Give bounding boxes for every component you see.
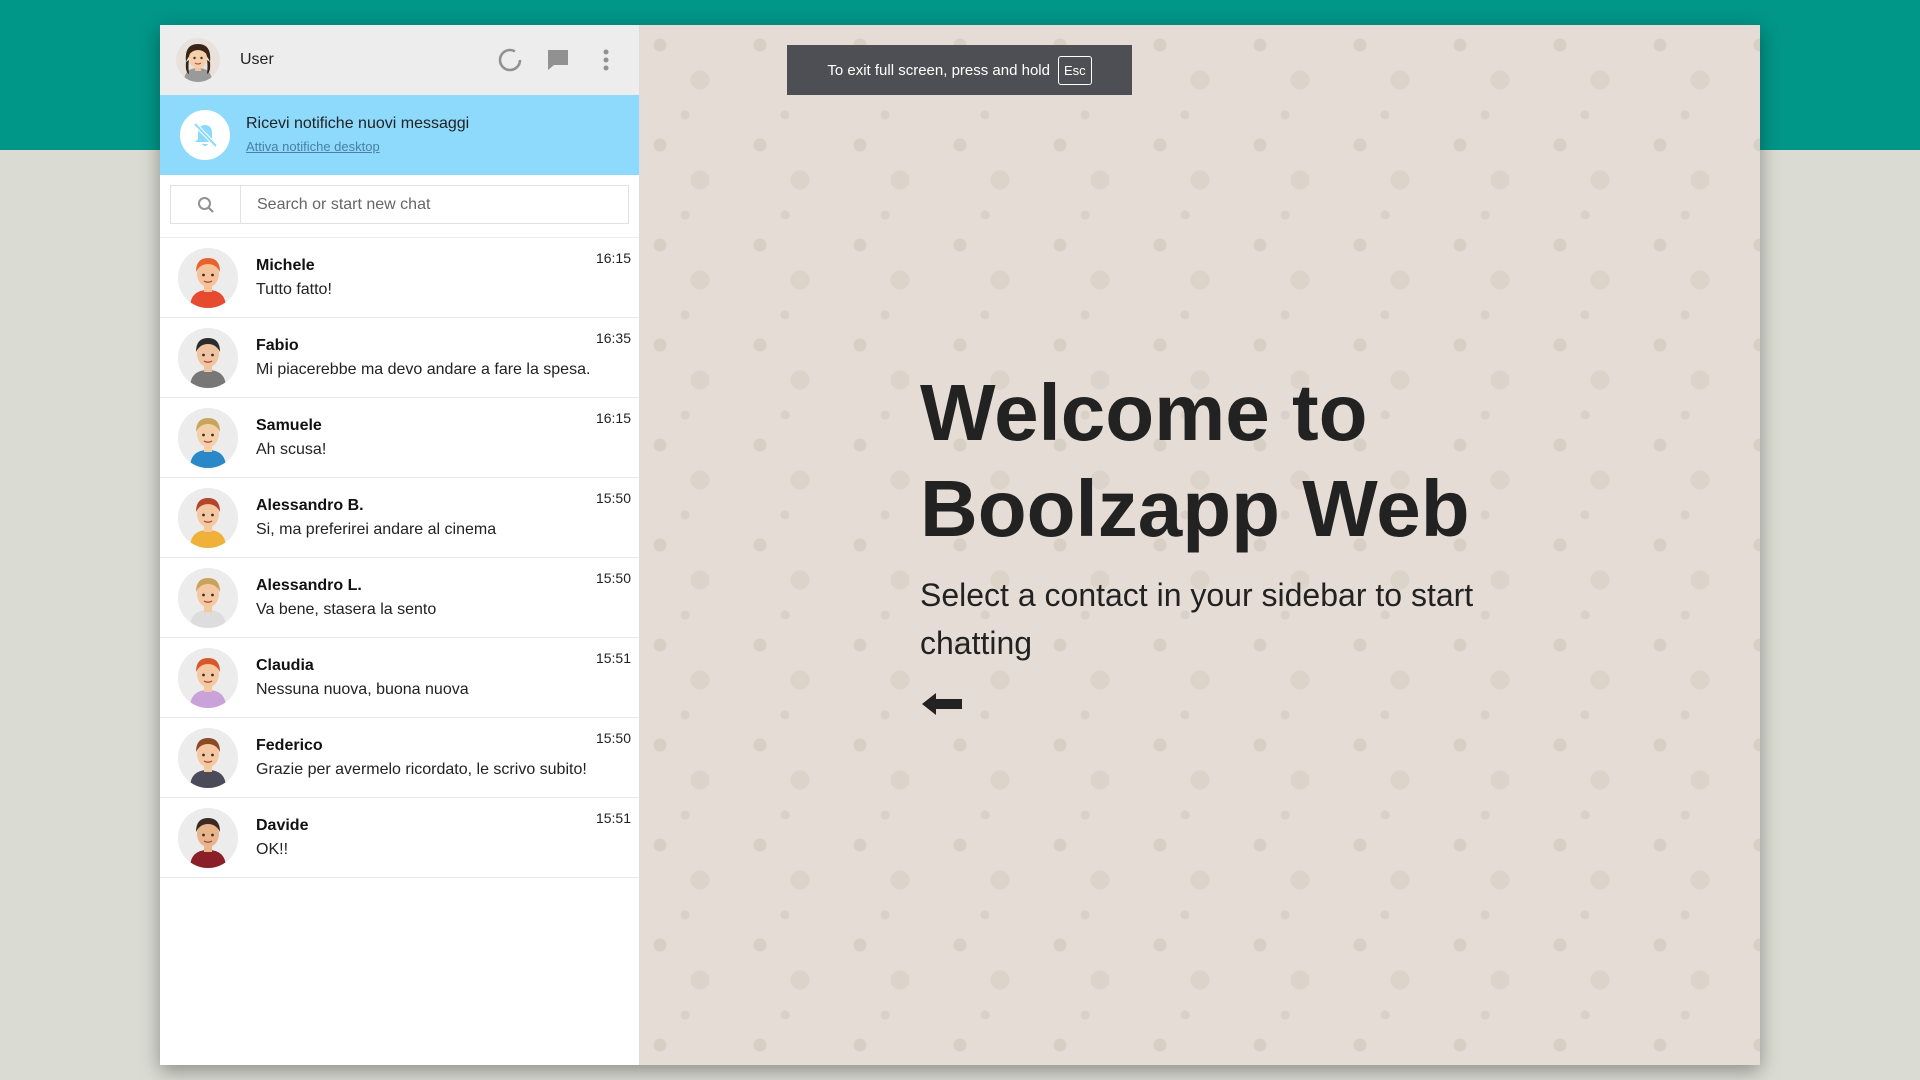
contact-info: Alessandro B. Si, ma preferirei andare al…	[256, 497, 631, 539]
fullscreen-toast-text: To exit full screen, press and hold	[827, 61, 1050, 79]
contact-time: 15:50	[595, 570, 631, 586]
search-box	[170, 185, 629, 224]
contact-avatar	[178, 327, 238, 388]
user-avatar[interactable]	[176, 38, 220, 82]
contact-last-message: Grazie per avermelo ricordato, le scrivo…	[256, 760, 587, 778]
contact-avatar	[178, 247, 238, 308]
contact-info: Claudia Nessuna nuova, buona nuova	[256, 657, 631, 699]
user-name: User	[240, 51, 274, 68]
contact-item[interactable]: Claudia Nessuna nuova, buona nuova 15:51	[160, 638, 639, 718]
sidebar-header: User	[160, 25, 639, 95]
contact-item[interactable]: Davide OK!! 15:51	[160, 798, 639, 878]
search-input[interactable]	[241, 186, 628, 223]
welcome-panel: Welcome to Boolzapp Web Select a contact…	[920, 365, 1540, 724]
contact-info: Davide OK!!	[256, 817, 631, 859]
esc-key-badge: Esc	[1057, 55, 1092, 85]
welcome-title: Welcome to Boolzapp Web	[920, 368, 1470, 553]
notification-title: Ricevi notifiche nuovi messaggi	[246, 114, 470, 132]
arrow-left-icon	[920, 689, 1540, 724]
sidebar: User Ricevi notifiche nuovi messaggi Att…	[160, 25, 640, 1065]
contact-item[interactable]: Fabio Mi piacerebbe ma devo andare a fare…	[160, 318, 639, 398]
contact-info: Alessandro L. Va bene, stasera la sento	[256, 577, 631, 619]
contact-name: Samuele	[256, 416, 322, 434]
menu-icon[interactable]	[591, 45, 621, 75]
contact-avatar	[178, 807, 238, 868]
status-icon[interactable]	[495, 45, 525, 75]
contact-info: Michele Tutto fatto!	[256, 257, 631, 299]
contact-item[interactable]: Alessandro L. Va bene, stasera la sento 15…	[160, 558, 639, 638]
contact-time: 15:50	[595, 730, 631, 746]
contact-time: 15:51	[595, 650, 631, 666]
fullscreen-toast: To exit full screen, press and hold Esc	[787, 45, 1132, 95]
contact-avatar	[178, 487, 238, 548]
contact-item[interactable]: Michele Tutto fatto! 16:15	[160, 238, 639, 318]
contact-last-message: Nessuna nuova, buona nuova	[256, 680, 469, 698]
contact-name: Federico	[256, 736, 323, 754]
contact-time: 16:15	[595, 410, 631, 426]
contact-last-message: Tutto fatto!	[256, 280, 332, 298]
contact-avatar	[178, 407, 238, 468]
enable-desktop-notifications-link[interactable]: Attiva notifiche desktop	[246, 139, 380, 154]
contact-time: 16:15	[595, 250, 631, 266]
contact-item[interactable]: Federico Grazie per avermelo ricordato, l…	[160, 718, 639, 798]
contact-info: Federico Grazie per avermelo ricordato, l…	[256, 737, 631, 779]
contact-list: Michele Tutto fatto! 16:15 Fabio Mi piacereb…	[160, 238, 639, 1065]
search-icon[interactable]	[171, 186, 241, 223]
contact-name: Michele	[256, 256, 315, 274]
contact-name: Fabio	[256, 336, 299, 354]
contact-name: Alessandro L.	[256, 576, 362, 594]
contact-last-message: Mi piacerebbe ma devo andare a fare la s…	[256, 360, 591, 378]
contact-info: Samuele Ah scusa!	[256, 417, 631, 459]
app-window: User Ricevi notifiche nuovi messaggi Att…	[160, 25, 1760, 1065]
contact-name: Davide	[256, 816, 309, 834]
contact-last-message: Si, ma preferirei andare al cinema	[256, 520, 497, 538]
chat-panel: To exit full screen, press and hold Esc …	[640, 25, 1760, 1065]
contact-info: Fabio Mi piacerebbe ma devo andare a fare…	[256, 337, 631, 379]
contact-name: Alessandro B.	[256, 496, 364, 514]
contact-last-message: Ah scusa!	[256, 440, 327, 458]
contact-time: 16:35	[595, 330, 631, 346]
contact-time: 15:51	[595, 810, 631, 826]
bell-off-icon[interactable]	[180, 110, 230, 160]
contact-last-message: Va bene, stasera la sento	[256, 600, 437, 618]
search-bar	[160, 175, 639, 238]
contact-time: 15:50	[595, 490, 631, 506]
chat-icon[interactable]	[543, 45, 573, 75]
contact-avatar	[178, 567, 238, 628]
welcome-subtitle: Select a contact in your sidebar to star…	[920, 577, 1474, 661]
contact-item[interactable]: Alessandro B. Si, ma preferirei andare al…	[160, 478, 639, 558]
contact-name: Claudia	[256, 656, 314, 674]
contact-last-message: OK!!	[256, 840, 289, 858]
contact-item[interactable]: Samuele Ah scusa! 16:15	[160, 398, 639, 478]
contact-avatar	[178, 647, 238, 708]
contact-avatar	[178, 727, 238, 788]
notification-banner: Ricevi notifiche nuovi messaggi Attiva n…	[160, 95, 639, 175]
